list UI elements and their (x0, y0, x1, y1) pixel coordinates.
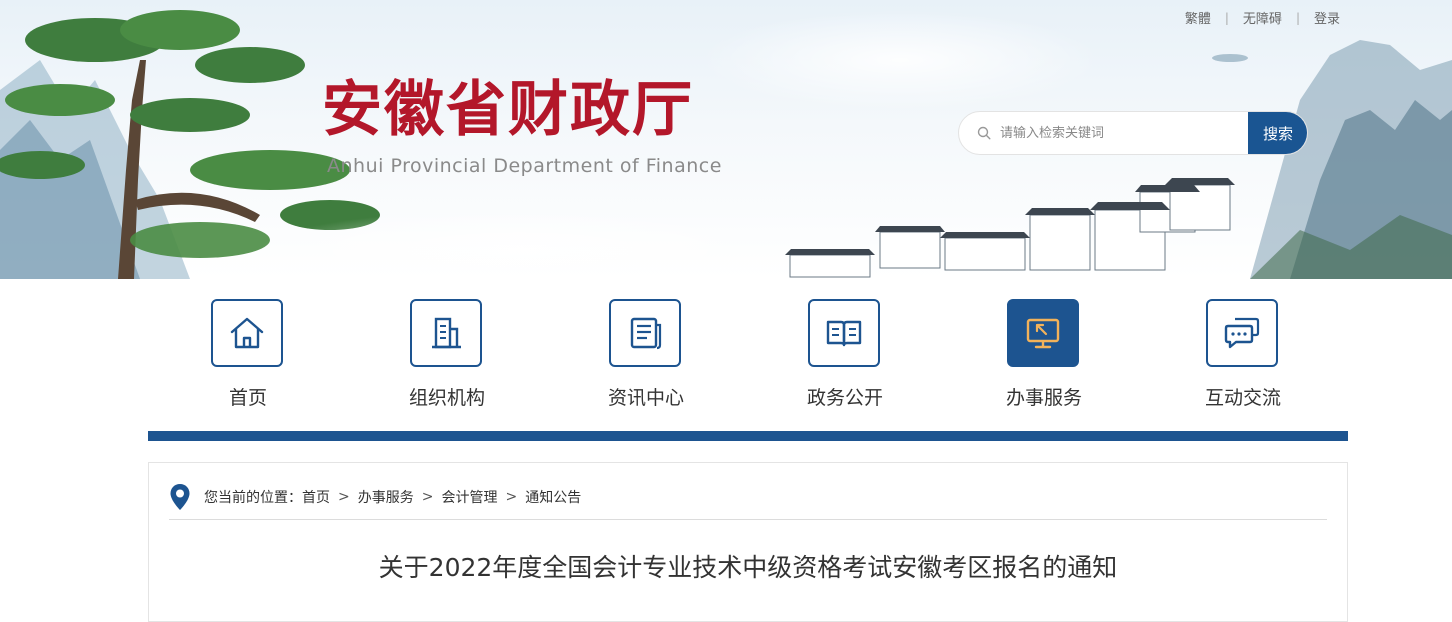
article-container: 您当前的位置： 首页 > 办事服务 > 会计管理 > 通知公告 关于2022年度… (148, 462, 1348, 622)
nav-item-news[interactable]: 资讯中心 (586, 298, 706, 418)
nav-label: 资讯中心 (607, 387, 684, 409)
breadcrumb-accounting[interactable]: 会计管理 (441, 487, 497, 507)
nav-item-services[interactable]: 办事服务 (984, 298, 1104, 418)
nav-divider-bar (148, 431, 1348, 441)
news-icon (630, 317, 662, 350)
breadcrumb-separator: > (505, 489, 518, 505)
book-icon (826, 320, 862, 347)
top-links: 繁體 | 无障碍 | 登录 (1185, 8, 1340, 28)
nav-icon-box (808, 299, 880, 367)
accessibility-link[interactable]: 无障碍 (1243, 8, 1282, 27)
building-icon (432, 317, 461, 349)
nav-label: 政务公开 (806, 387, 883, 409)
breadcrumb-prefix: 您当前的位置： (204, 490, 302, 506)
home-icon (230, 317, 264, 349)
breadcrumb-notices[interactable]: 通知公告 (525, 487, 581, 507)
nav-item-gov-affairs[interactable]: 政务公开 (785, 298, 905, 418)
breadcrumb-separator: > (338, 489, 350, 505)
header-banner: 繁體 | 无障碍 | 登录 安徽省财政厅 Anhui Provincial De… (0, 0, 1452, 279)
breadcrumb-divider (169, 519, 1327, 520)
nav-icon-box (1007, 299, 1079, 367)
nav-icon-box (609, 299, 681, 367)
nav-label: 首页 (228, 387, 267, 409)
site-logo-title[interactable]: 安徽省财政厅 (322, 80, 694, 140)
breadcrumb: 您当前的位置： 首页 > 办事服务 > 会计管理 > 通知公告 (169, 483, 581, 511)
nav-icon-box (1206, 299, 1278, 367)
chat-icon (1224, 317, 1260, 349)
main-nav: 首页 组织机构 资讯中心 政务公开 办事服务 互动交流 (148, 298, 1348, 418)
separator: | (1224, 10, 1229, 25)
nav-label: 组织机构 (408, 387, 485, 409)
breadcrumb-separator: > (421, 489, 434, 505)
breadcrumb-services[interactable]: 办事服务 (358, 487, 414, 507)
monitor-cursor-icon (1026, 318, 1060, 349)
nav-label: 办事服务 (1005, 387, 1082, 409)
search-bar: 搜索 (958, 111, 1308, 155)
traditional-chinese-link[interactable]: 繁體 (1185, 8, 1211, 27)
nav-item-home[interactable]: 首页 (188, 298, 308, 418)
nav-item-organization[interactable]: 组织机构 (387, 298, 507, 418)
location-pin-icon (170, 484, 190, 510)
nav-icon-box (211, 299, 283, 367)
login-link[interactable]: 登录 (1314, 8, 1340, 27)
nav-icon-box (410, 299, 482, 367)
site-logo-subtitle: Anhui Provincial Department of Finance (327, 155, 722, 177)
breadcrumb-home[interactable]: 首页 (302, 487, 330, 507)
nav-label: 互动交流 (1204, 387, 1281, 409)
separator: | (1295, 10, 1300, 25)
search-input[interactable] (998, 124, 1232, 142)
article-title: 关于2022年度全国会计专业技术中级资格考试安徽考区报名的通知 (378, 553, 1118, 582)
nav-item-interaction[interactable]: 互动交流 (1183, 298, 1303, 418)
search-icon (977, 126, 991, 140)
search-button[interactable]: 搜索 (1248, 112, 1307, 154)
